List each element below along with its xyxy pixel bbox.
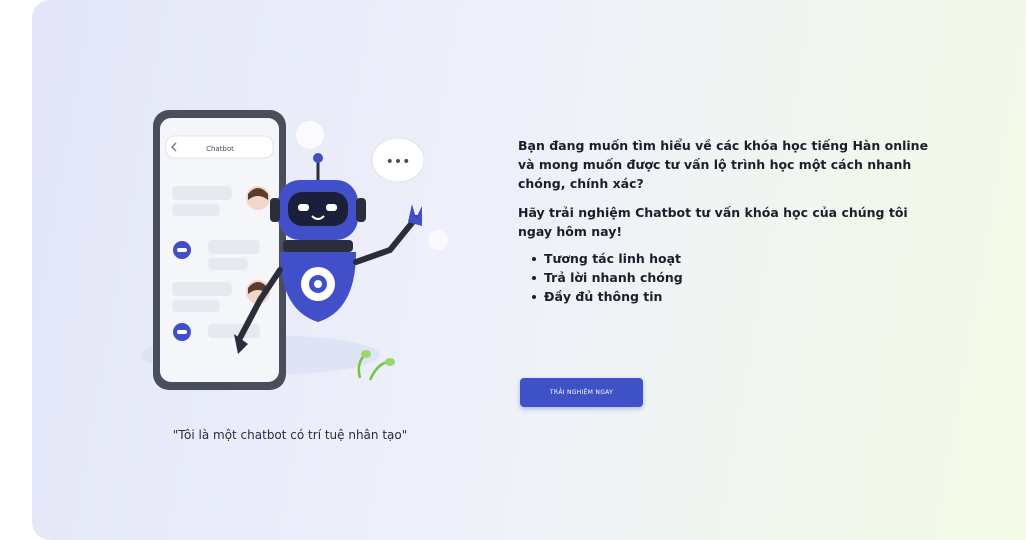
illustration-caption: "Tôi là một chatbot có trí tuệ nhân tạo" xyxy=(172,428,408,442)
chatbot-illustration: Chatbot ••• xyxy=(140,110,448,390)
feature-list: Tương tác linh hoạt Trả lời nhanh chóng … xyxy=(518,249,938,306)
invite-text: Hãy trải nghiệm Chatbot tư vấn khóa học … xyxy=(518,205,908,239)
phone-icon: Chatbot xyxy=(153,110,286,390)
try-now-button[interactable]: Trải nghiệm ngay xyxy=(520,378,643,407)
feature-item: Trả lời nhanh chóng xyxy=(532,268,938,287)
svg-text:•••: ••• xyxy=(386,154,411,170)
promo-content: Bạn đang muốn tìm hiểu về các khóa học t… xyxy=(518,136,938,306)
feature-item: Đầy đủ thông tin xyxy=(532,287,938,306)
phone-header-label: Chatbot xyxy=(206,145,234,153)
intro-text: Bạn đang muốn tìm hiểu về các khóa học t… xyxy=(518,138,929,191)
typing-bubble-icon: ••• xyxy=(371,137,425,183)
feature-item: Tương tác linh hoạt xyxy=(532,249,938,268)
